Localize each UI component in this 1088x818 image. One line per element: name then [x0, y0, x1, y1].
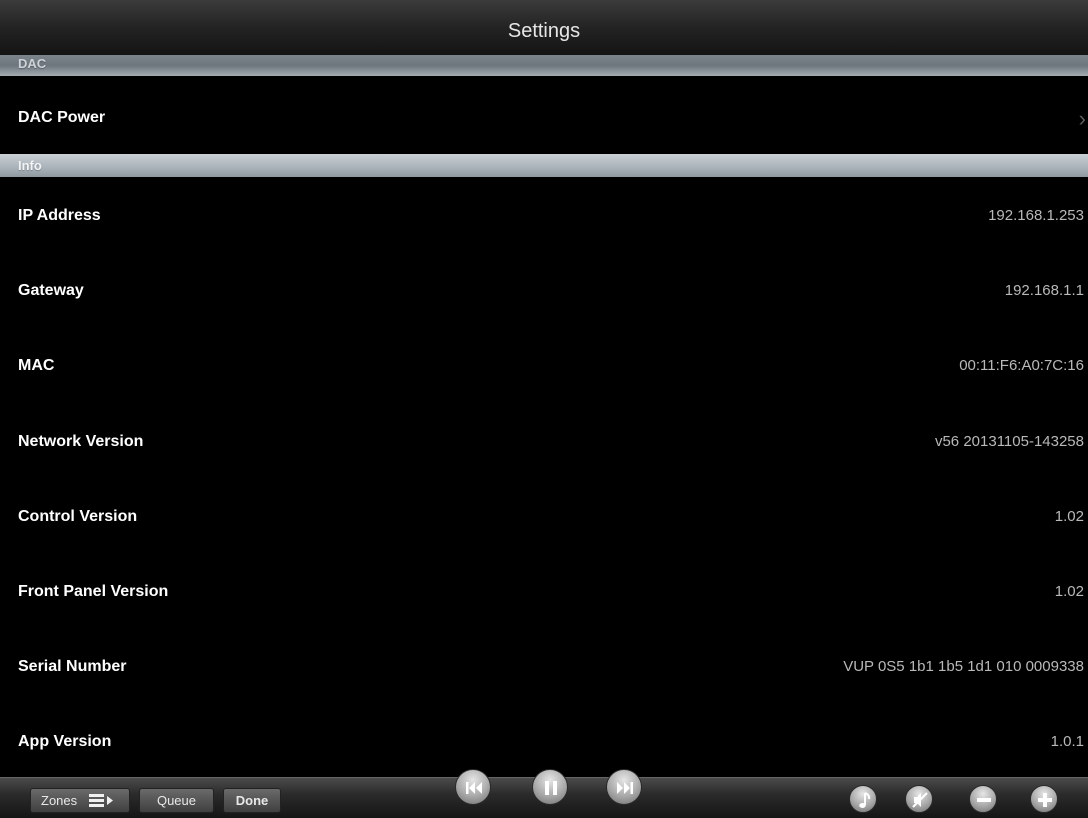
row-label: MAC	[18, 357, 55, 374]
info-row-gateway: Gateway 192.168.1.1	[0, 253, 1088, 328]
volume-down-button[interactable]	[969, 785, 997, 813]
row-value: 192.168.1.253	[988, 207, 1084, 224]
chevron-right-icon: ›	[1078, 106, 1086, 131]
mute-icon	[912, 792, 928, 808]
info-row-network-version: Network Version v56 20131105-143258	[0, 404, 1088, 479]
row-value: 1.02	[1054, 508, 1084, 525]
pause-button[interactable]	[532, 769, 568, 805]
row-value: 1.02	[1054, 583, 1084, 600]
row-value: 1.0.1	[1050, 733, 1084, 750]
row-value: 192.168.1.1	[1004, 282, 1084, 299]
music-source-button[interactable]	[849, 785, 877, 813]
zones-button[interactable]: Zones	[30, 788, 130, 813]
row-label: Gateway	[18, 282, 84, 299]
section-header-info: Info	[0, 154, 1088, 177]
row-label: App Version	[18, 733, 112, 750]
info-row-app-version: App Version 1.0.1	[0, 704, 1088, 779]
volume-up-button[interactable]	[1030, 785, 1058, 813]
pause-icon	[545, 781, 557, 795]
previous-track-icon	[466, 782, 482, 794]
next-track-button[interactable]	[606, 769, 642, 805]
info-row-front-panel-version: Front Panel Version 1.02	[0, 554, 1088, 629]
page-title: Settings	[507, 20, 581, 42]
title-bar: Settings	[0, 0, 1088, 61]
zones-list-icon	[89, 794, 113, 807]
row-label: Network Version	[18, 433, 144, 450]
volume-down-icon	[977, 798, 991, 802]
queue-button-label: Queue	[156, 793, 197, 808]
settings-row-dac-power[interactable]: DAC Power ›	[0, 80, 1088, 155]
done-button[interactable]: Done	[223, 788, 281, 813]
info-row-mac: MAC 00:11:F6:A0:7C:16	[0, 328, 1088, 403]
previous-track-button[interactable]	[455, 769, 491, 805]
section-title-info: Info	[18, 158, 42, 173]
info-row-serial-number: Serial Number VUP 0S5 1b1 1b5 1d1 010 00…	[0, 629, 1088, 704]
info-row-ip-address: IP Address 192.168.1.253	[0, 178, 1088, 253]
section-header-dac: DAC	[0, 55, 1088, 76]
info-row-control-version: Control Version 1.02	[0, 479, 1088, 554]
row-label: DAC Power	[18, 109, 106, 126]
row-label: Front Panel Version	[18, 583, 169, 600]
queue-button[interactable]: Queue	[139, 788, 214, 813]
row-label: IP Address	[18, 207, 101, 224]
row-value: v56 20131105-143258	[934, 433, 1084, 450]
next-track-icon	[617, 782, 633, 794]
volume-up-icon	[1038, 793, 1052, 807]
music-note-icon	[859, 792, 871, 808]
row-value: 00:11:F6:A0:7C:16	[959, 357, 1084, 374]
done-button-label: Done	[235, 793, 269, 808]
zones-button-label: Zones	[41, 793, 78, 808]
row-label: Control Version	[18, 508, 138, 525]
section-title-dac: DAC	[18, 56, 47, 71]
mute-button[interactable]	[905, 785, 933, 813]
row-label: Serial Number	[18, 658, 127, 675]
row-value: VUP 0S5 1b1 1b5 1d1 010 0009338	[843, 658, 1084, 675]
